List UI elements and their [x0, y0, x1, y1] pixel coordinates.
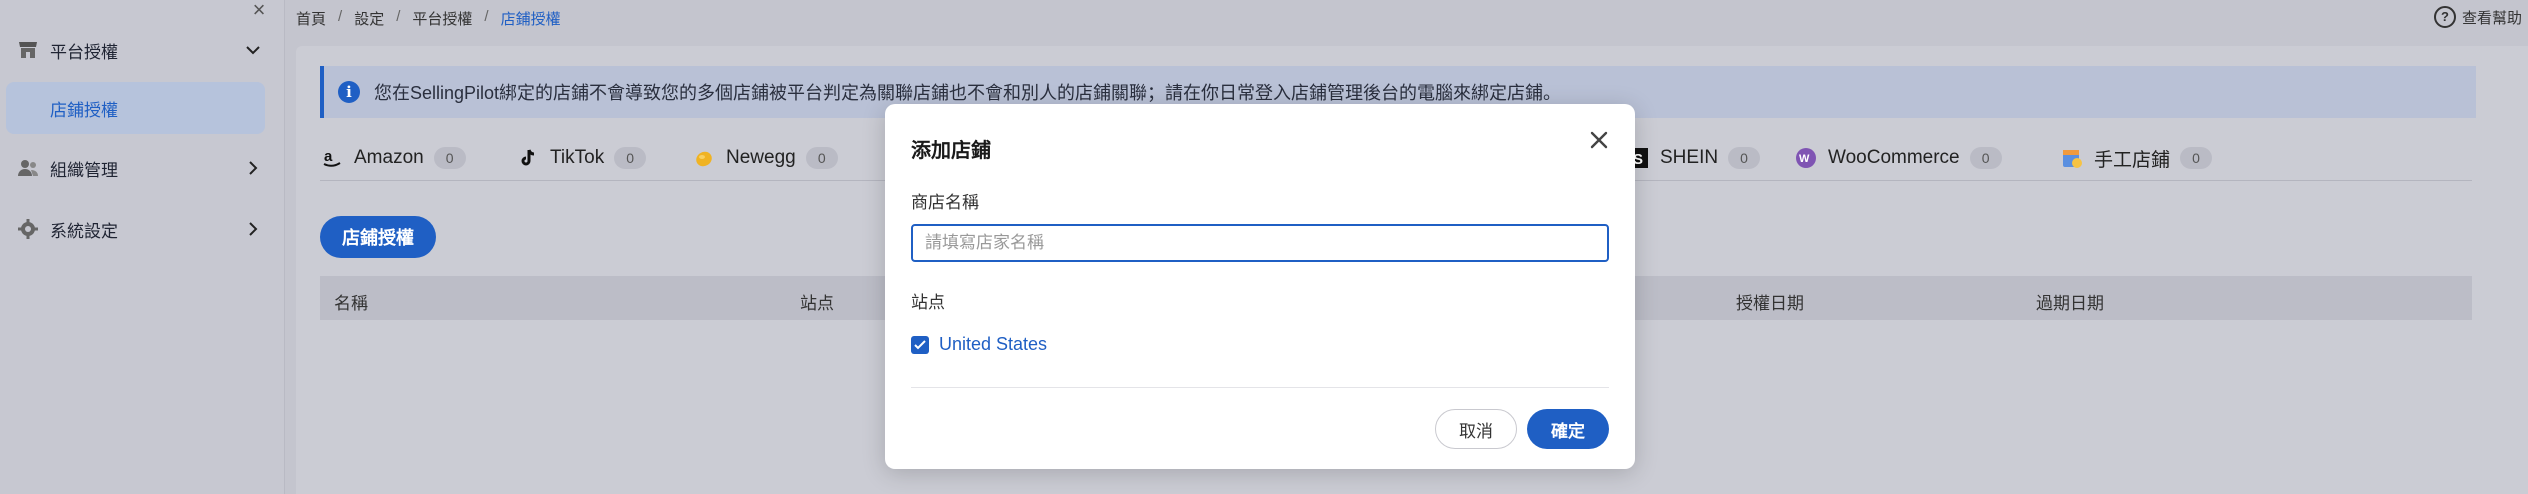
column-expiry-date: 過期日期 [2036, 294, 2104, 313]
store-name-label: 商店名稱 [911, 193, 979, 212]
sidebar-close-icon[interactable]: × [248, 0, 270, 22]
manual-store-icon [2060, 146, 2084, 170]
tiktok-icon [516, 146, 540, 170]
breadcrumb-separator: / [338, 8, 343, 25]
site-checkbox-united-states[interactable]: United States [911, 334, 1047, 355]
tab-label: Newegg [726, 147, 796, 168]
tab-label: Amazon [354, 147, 424, 168]
woocommerce-icon: W [1794, 146, 1818, 170]
help-icon: ? [2433, 6, 2456, 28]
tab-label: TikTok [550, 147, 605, 168]
store-icon [19, 42, 37, 58]
site-option-label: United States [939, 334, 1048, 354]
sidebar: × 平台授權 店鋪授權 組織管理 系統設定 [0, 0, 285, 494]
tab-count-badge: 0 [805, 147, 838, 169]
tab-manual-store[interactable]: 手工店鋪 0 [2060, 144, 2213, 172]
chevron-right-icon [249, 161, 258, 175]
sidebar-item-org-management[interactable]: 組織管理 [0, 138, 284, 198]
store-name-input[interactable] [911, 224, 1609, 262]
dialog-divider [911, 387, 1609, 388]
breadcrumb-platform-auth[interactable]: 平台授權 [412, 8, 472, 29]
tab-newegg[interactable]: Newegg 0 [692, 144, 838, 172]
tab-amazon[interactable]: a Amazon 0 [320, 144, 466, 172]
sidebar-item-system-settings[interactable]: 系統設定 [0, 199, 284, 259]
tab-woocommerce[interactable]: W WooCommerce 0 [1794, 144, 2002, 172]
close-icon[interactable] [1585, 126, 1613, 154]
users-icon [18, 160, 38, 176]
confirm-button[interactable]: 確定 [1527, 409, 1609, 449]
breadcrumb-settings[interactable]: 設定 [354, 8, 384, 29]
sidebar-subitem-store-auth[interactable]: 店鋪授權 [6, 82, 265, 134]
newegg-icon [692, 146, 716, 170]
tab-count-badge: 0 [1969, 147, 2002, 169]
breadcrumb-home[interactable]: 首頁 [296, 8, 326, 29]
chevron-down-icon [246, 46, 260, 55]
amazon-icon: a [320, 146, 344, 170]
store-auth-button[interactable]: 店鋪授權 [320, 216, 436, 258]
breadcrumb-current: 店鋪授權 [500, 11, 561, 28]
tab-shein[interactable]: S SHEIN 0 [1626, 144, 1761, 172]
tab-label: 手工店鋪 [2094, 149, 2171, 171]
gear-icon [18, 219, 38, 239]
sidebar-subitem-label: 店鋪授權 [50, 100, 118, 120]
column-site: 站点 [800, 294, 834, 313]
tab-label: WooCommerce [1828, 147, 1960, 168]
sidebar-item-platform-auth[interactable]: 平台授權 [0, 20, 284, 80]
topbar: 首頁 / 設定 / 平台授權 / 店鋪授權 ? 查看幫助 [284, 0, 2528, 38]
notice-text: 您在SellingPilot綁定的店鋪不會導致您的多個店鋪被平台判定為關聯店鋪也… [374, 83, 1562, 103]
sidebar-item-label: 系統設定 [50, 221, 118, 241]
site-label: 站点 [911, 293, 945, 312]
breadcrumb-separator: / [396, 8, 401, 25]
cancel-button[interactable]: 取消 [1435, 409, 1517, 449]
tab-tiktok[interactable]: TikTok 0 [516, 144, 647, 172]
column-name: 名稱 [334, 294, 368, 313]
tab-count-badge: 0 [433, 147, 466, 169]
svg-text:W: W [1799, 153, 1810, 165]
breadcrumb: 首頁 / 設定 / 平台授權 / 店鋪授權 [296, 8, 561, 29]
checkbox-checked-icon [911, 335, 929, 354]
breadcrumb-separator: / [484, 8, 489, 25]
tab-count-badge: 0 [2180, 147, 2213, 169]
help-link[interactable]: ? 查看幫助 [2433, 6, 2522, 28]
tab-count-badge: 0 [1728, 147, 1761, 169]
tab-label: SHEIN [1660, 147, 1719, 168]
dialog-title: 添加店鋪 [911, 140, 991, 162]
tab-count-badge: 0 [614, 147, 647, 169]
column-auth-date: 授權日期 [1736, 294, 1804, 313]
svg-text:a: a [324, 148, 333, 165]
sidebar-item-label: 組織管理 [50, 160, 118, 180]
chevron-right-icon [249, 222, 258, 236]
info-icon: i [338, 81, 360, 103]
sidebar-item-label: 平台授權 [50, 42, 118, 62]
help-label: 查看幫助 [2461, 9, 2522, 27]
add-store-dialog: 添加店鋪 商店名稱 站点 United States 取消 確定 [885, 104, 1635, 469]
